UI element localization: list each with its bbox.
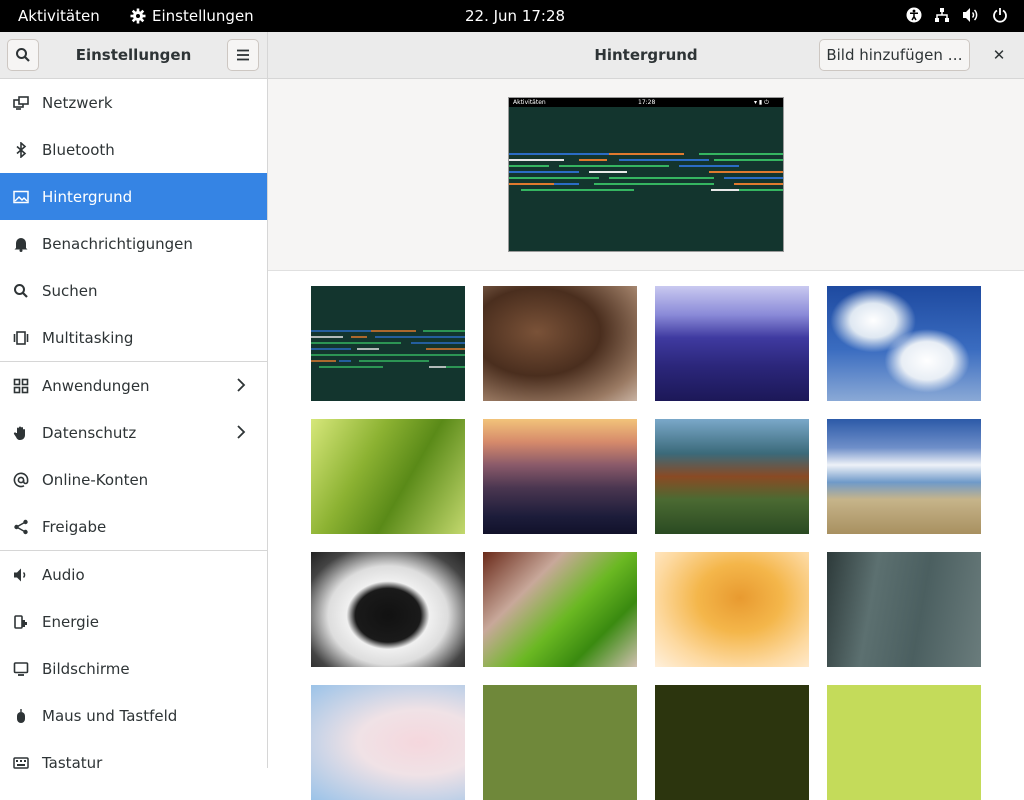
sidebar-item-online-accounts[interactable]: Online-Konten: [0, 456, 267, 503]
sidebar-item-label: Anwendungen: [42, 376, 150, 395]
share-icon: [0, 519, 42, 535]
sidebar-item-label: Netzwerk: [42, 93, 113, 112]
close-button[interactable]: ✕: [988, 44, 1010, 66]
sidebar-item-notifications[interactable]: Benachrichtigungen: [0, 220, 267, 267]
power-plug-icon: [0, 614, 42, 630]
wallpaper-thumbnail[interactable]: [655, 286, 809, 401]
add-image-button[interactable]: Bild hinzufügen …: [819, 39, 970, 71]
wallpaper-grid: [268, 271, 1024, 800]
sidebar-item-search[interactable]: Suchen: [0, 267, 267, 314]
sidebar-item-apps[interactable]: Anwendungen: [0, 362, 267, 409]
sidebar-item-label: Online-Konten: [42, 470, 149, 489]
network-icon: [0, 95, 42, 111]
sidebar-item-label: Tastatur: [42, 753, 103, 772]
background-preview-area: Aktivitäten 17:28 ▾ ▮ ⏻: [268, 79, 1024, 271]
display-icon: [0, 661, 42, 677]
chevron-right-icon: [237, 425, 246, 439]
clock[interactable]: 22. Jun 17:28: [465, 7, 565, 25]
sidebar-item-label: Bildschirme: [42, 659, 130, 678]
sidebar-item-label: Datenschutz: [42, 423, 137, 442]
sidebar-item-keyboard[interactable]: Tastatur: [0, 739, 267, 786]
sidebar-list: Netzwerk Bluetooth Hintergrund Benachric…: [0, 79, 267, 786]
sidebar-item-label: Energie: [42, 612, 100, 631]
wallpaper-thumbnail[interactable]: [655, 685, 809, 800]
accessibility-icon[interactable]: [906, 7, 922, 23]
sidebar-item-power[interactable]: Energie: [0, 598, 267, 645]
wallpaper-thumbnail[interactable]: [655, 552, 809, 667]
content-header: Hintergrund Bild hinzufügen … ✕: [268, 32, 1024, 79]
bluetooth-icon: [0, 141, 42, 158]
main-menu-button[interactable]: [227, 39, 259, 71]
lines-pattern: [311, 330, 465, 368]
power-icon[interactable]: [992, 7, 1008, 23]
wallpaper-thumbnail[interactable]: [827, 286, 981, 401]
preview-lines-image: [509, 153, 783, 191]
multitasking-icon: [0, 330, 42, 346]
hamburger-menu-icon: [237, 49, 249, 61]
sidebar-item-label: Bluetooth: [42, 140, 115, 159]
sidebar-item-bluetooth[interactable]: Bluetooth: [0, 126, 267, 173]
wallpaper-thumbnail[interactable]: [827, 419, 981, 534]
wallpaper-thumbnail[interactable]: [311, 552, 465, 667]
keyboard-icon: [0, 755, 42, 771]
sidebar-item-background[interactable]: Hintergrund: [0, 173, 267, 220]
sidebar-item-label: Audio: [42, 565, 85, 584]
wallpaper-thumbnail[interactable]: [483, 552, 637, 667]
app-name: Einstellungen: [152, 7, 254, 25]
wallpaper-thumbnail[interactable]: [655, 419, 809, 534]
mouse-icon: [0, 708, 42, 724]
system-tray[interactable]: [906, 7, 1008, 23]
sidebar-item-audio[interactable]: Audio: [0, 551, 267, 598]
wallpaper-thumbnail[interactable]: [827, 685, 981, 800]
sidebar-item-label: Multitasking: [42, 328, 134, 347]
wallpaper-thumbnail[interactable]: [483, 685, 637, 800]
sidebar-item-displays[interactable]: Bildschirme: [0, 645, 267, 692]
wallpaper-thumbnail[interactable]: [311, 419, 465, 534]
sidebar-item-label: Maus und Tastfeld: [42, 706, 178, 725]
wallpaper-thumbnail[interactable]: [483, 419, 637, 534]
background-icon: [0, 189, 42, 205]
sidebar-item-label: Benachrichtigungen: [42, 234, 193, 253]
top-bar: Aktivitäten Einstellungen 22. Jun 17:28: [0, 0, 1024, 32]
apps-icon: [0, 378, 42, 394]
sidebar-item-label: Freigabe: [42, 517, 107, 536]
wallpaper-thumbnail[interactable]: [311, 685, 465, 800]
bell-icon: [0, 236, 42, 252]
sidebar-item-network[interactable]: Netzwerk: [0, 79, 267, 126]
volume-icon[interactable]: [962, 7, 980, 23]
background-preview: Aktivitäten 17:28 ▾ ▮ ⏻: [508, 97, 784, 252]
activities-button[interactable]: Aktivitäten: [18, 7, 100, 25]
sidebar-item-label: Suchen: [42, 281, 98, 300]
gear-icon: [130, 8, 146, 24]
speaker-icon: [0, 567, 42, 583]
wallpaper-thumbnail[interactable]: [827, 552, 981, 667]
sidebar-item-label: Hintergrund: [42, 187, 133, 206]
sidebar: Einstellungen Netzwerk Bluetooth Hinterg…: [0, 32, 268, 772]
wallpaper-thumbnail[interactable]: [311, 286, 465, 401]
sidebar-item-privacy[interactable]: Datenschutz: [0, 409, 267, 456]
sidebar-item-mouse[interactable]: Maus und Tastfeld: [0, 692, 267, 739]
sidebar-item-multitasking[interactable]: Multitasking: [0, 314, 267, 361]
hand-icon: [0, 425, 42, 441]
app-menu[interactable]: Einstellungen: [130, 7, 254, 25]
sidebar-item-sharing[interactable]: Freigabe: [0, 503, 267, 550]
search-icon: [0, 283, 42, 299]
network-wired-icon[interactable]: [934, 7, 950, 23]
wallpaper-thumbnail[interactable]: [483, 286, 637, 401]
sidebar-header: Einstellungen: [0, 32, 267, 79]
chevron-right-icon: [237, 378, 246, 392]
at-icon: [0, 472, 42, 488]
